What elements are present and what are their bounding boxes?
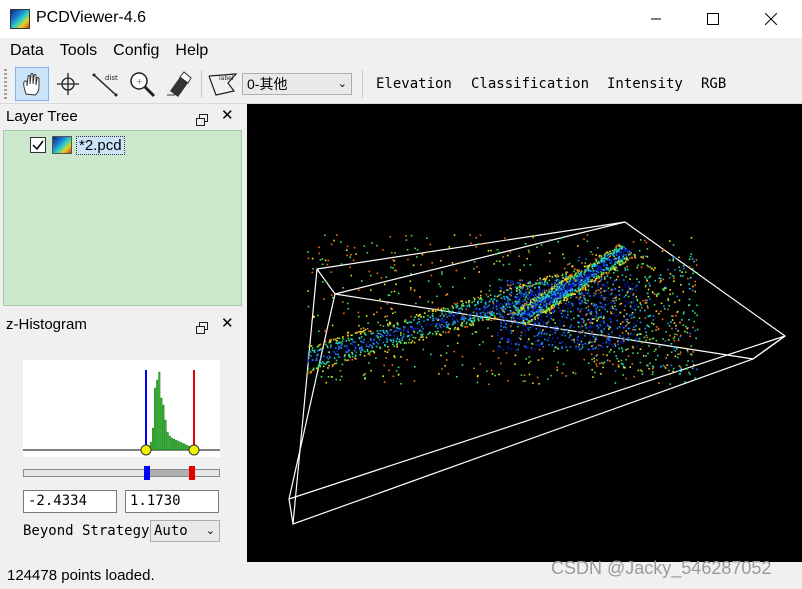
max-value-input[interactable]: 1.1730 <box>125 490 219 513</box>
svg-text:dist: dist <box>105 74 118 82</box>
bounding-box <box>288 221 787 525</box>
checkmark-icon <box>32 140 44 151</box>
eraser-icon <box>167 71 192 97</box>
measure-distance-button[interactable]: dist <box>88 67 122 101</box>
maximize-button[interactable] <box>684 0 742 38</box>
point-cloud-points <box>307 234 699 386</box>
slider-selected-range <box>147 470 193 476</box>
min-value-input[interactable]: -2.4334 <box>23 490 117 513</box>
watermark: CSDN @Jacky_546287052 <box>551 558 772 578</box>
close-dock-icon[interactable]: ✕ <box>221 316 234 332</box>
close-dock-icon[interactable]: ✕ <box>221 108 234 124</box>
minimize-button[interactable] <box>627 0 685 38</box>
layer-tree-title: Layer Tree <box>6 108 78 125</box>
max-marker-dot <box>188 444 200 456</box>
histogram-svg <box>23 370 220 456</box>
max-slider-handle[interactable] <box>189 466 195 480</box>
min-slider-handle[interactable] <box>144 466 150 480</box>
intensity-mode-button[interactable]: Intensity <box>607 73 683 95</box>
chevron-down-icon: ⌄ <box>205 524 215 537</box>
svg-text:label: label <box>219 75 234 82</box>
layer-tree-header: Layer Tree ✕ <box>0 105 242 129</box>
histogram-plot[interactable] <box>23 360 220 457</box>
title-bar: PCDViewer-4.6 <box>0 0 802 38</box>
layer-visibility-checkbox[interactable] <box>30 137 46 153</box>
beyond-strategy-select[interactable]: Auto ⌄ <box>150 520 220 542</box>
maximize-icon <box>707 13 719 25</box>
erase-button[interactable] <box>162 67 196 101</box>
zoom-button[interactable]: + <box>125 67 159 101</box>
menu-config[interactable]: Config <box>105 38 167 64</box>
point-cloud-viewport[interactable] <box>247 104 802 562</box>
crosshair-icon <box>57 73 79 95</box>
chevron-down-icon: ⌄ <box>337 78 347 90</box>
close-window-button[interactable] <box>742 0 800 38</box>
toolbar-separator <box>201 70 202 98</box>
pick-point-button[interactable] <box>51 67 85 101</box>
pan-tool-button[interactable] <box>15 67 49 101</box>
zoom-icon: + <box>130 72 156 98</box>
layer-tree: *2.pcd <box>3 130 242 306</box>
toolbar-separator <box>362 70 363 98</box>
beyond-strategy-label: Beyond Strategy <box>23 523 150 539</box>
beyond-strategy-value: Auto <box>154 523 188 539</box>
point-cloud-canvas <box>288 221 787 525</box>
status-text: 124478 points loaded. <box>7 567 155 584</box>
label-tool-button[interactable]: label <box>205 67 239 101</box>
svg-text:+: + <box>136 77 143 86</box>
menu-help[interactable]: Help <box>167 38 216 64</box>
pan-hand-icon <box>23 73 40 96</box>
toolbar-grip[interactable] <box>4 69 7 99</box>
point-cloud-file-icon <box>52 136 72 154</box>
distance-measure-icon: dist <box>92 73 118 97</box>
layer-item-label: *2.pcd <box>76 135 125 155</box>
class-select[interactable]: 0-其他 ⌄ <box>242 73 352 95</box>
range-slider[interactable] <box>23 466 220 480</box>
menu-bar: Data Tools Config Help <box>0 38 802 64</box>
label-polygon-icon: label <box>208 73 238 96</box>
min-marker-dot <box>140 444 152 456</box>
class-select-value: 0-其他 <box>247 76 288 92</box>
window-title: PCDViewer-4.6 <box>36 9 146 26</box>
minimize-icon <box>651 18 661 20</box>
histogram-header: z-Histogram ✕ <box>0 313 242 337</box>
rgb-mode-button[interactable]: RGB <box>701 73 726 95</box>
histogram-panel: -2.4334 1.1730 Beyond Strategy Auto ⌄ <box>0 337 242 562</box>
close-icon <box>765 13 777 25</box>
histogram-title: z-Histogram <box>6 316 87 333</box>
menu-data[interactable]: Data <box>2 38 52 64</box>
elevation-mode-button[interactable]: Elevation <box>376 73 452 95</box>
app-icon <box>10 9 30 29</box>
classification-mode-button[interactable]: Classification <box>471 73 589 95</box>
layer-item[interactable]: *2.pcd <box>30 134 125 156</box>
menu-tools[interactable]: Tools <box>52 38 105 64</box>
